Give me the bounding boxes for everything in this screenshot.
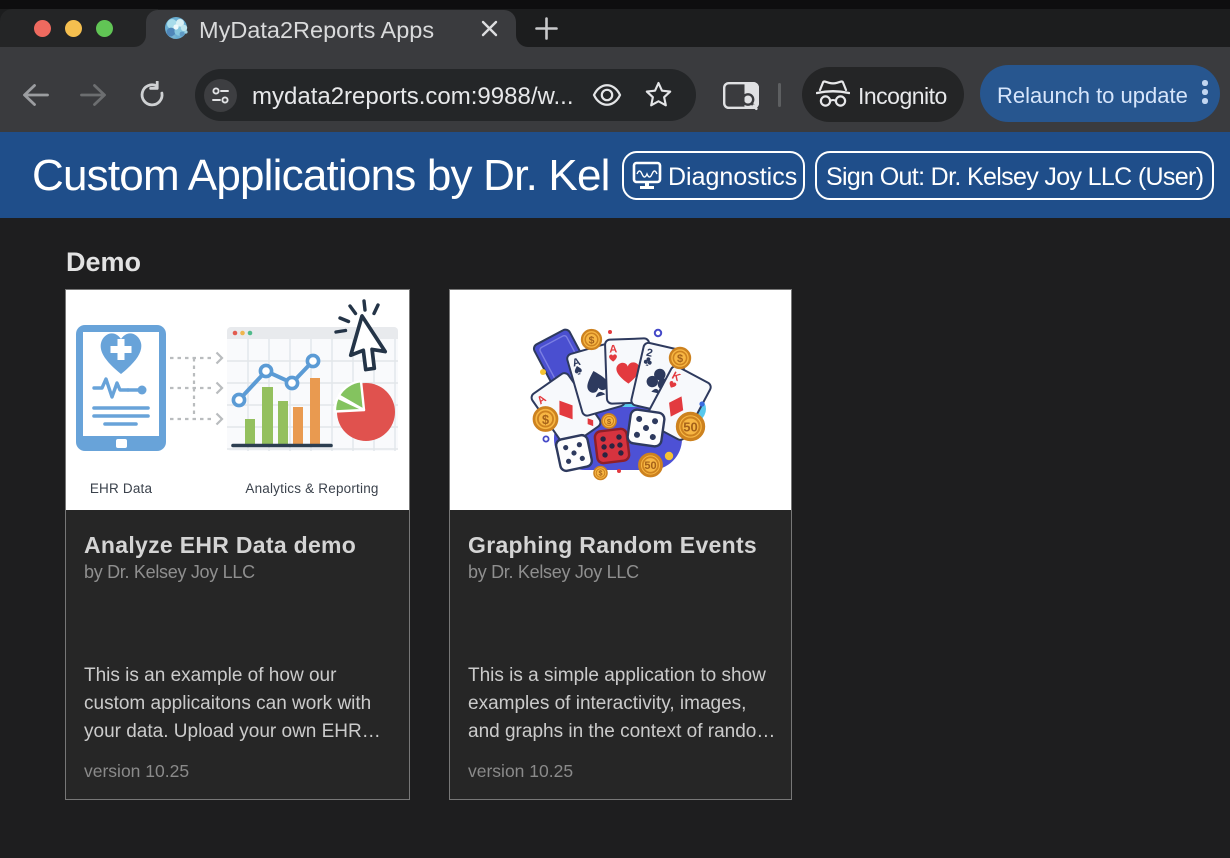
svg-text:Analytics & Reporting: Analytics & Reporting — [245, 481, 378, 496]
svg-text:A: A — [609, 343, 617, 355]
svg-text:EHR Data: EHR Data — [90, 481, 153, 496]
